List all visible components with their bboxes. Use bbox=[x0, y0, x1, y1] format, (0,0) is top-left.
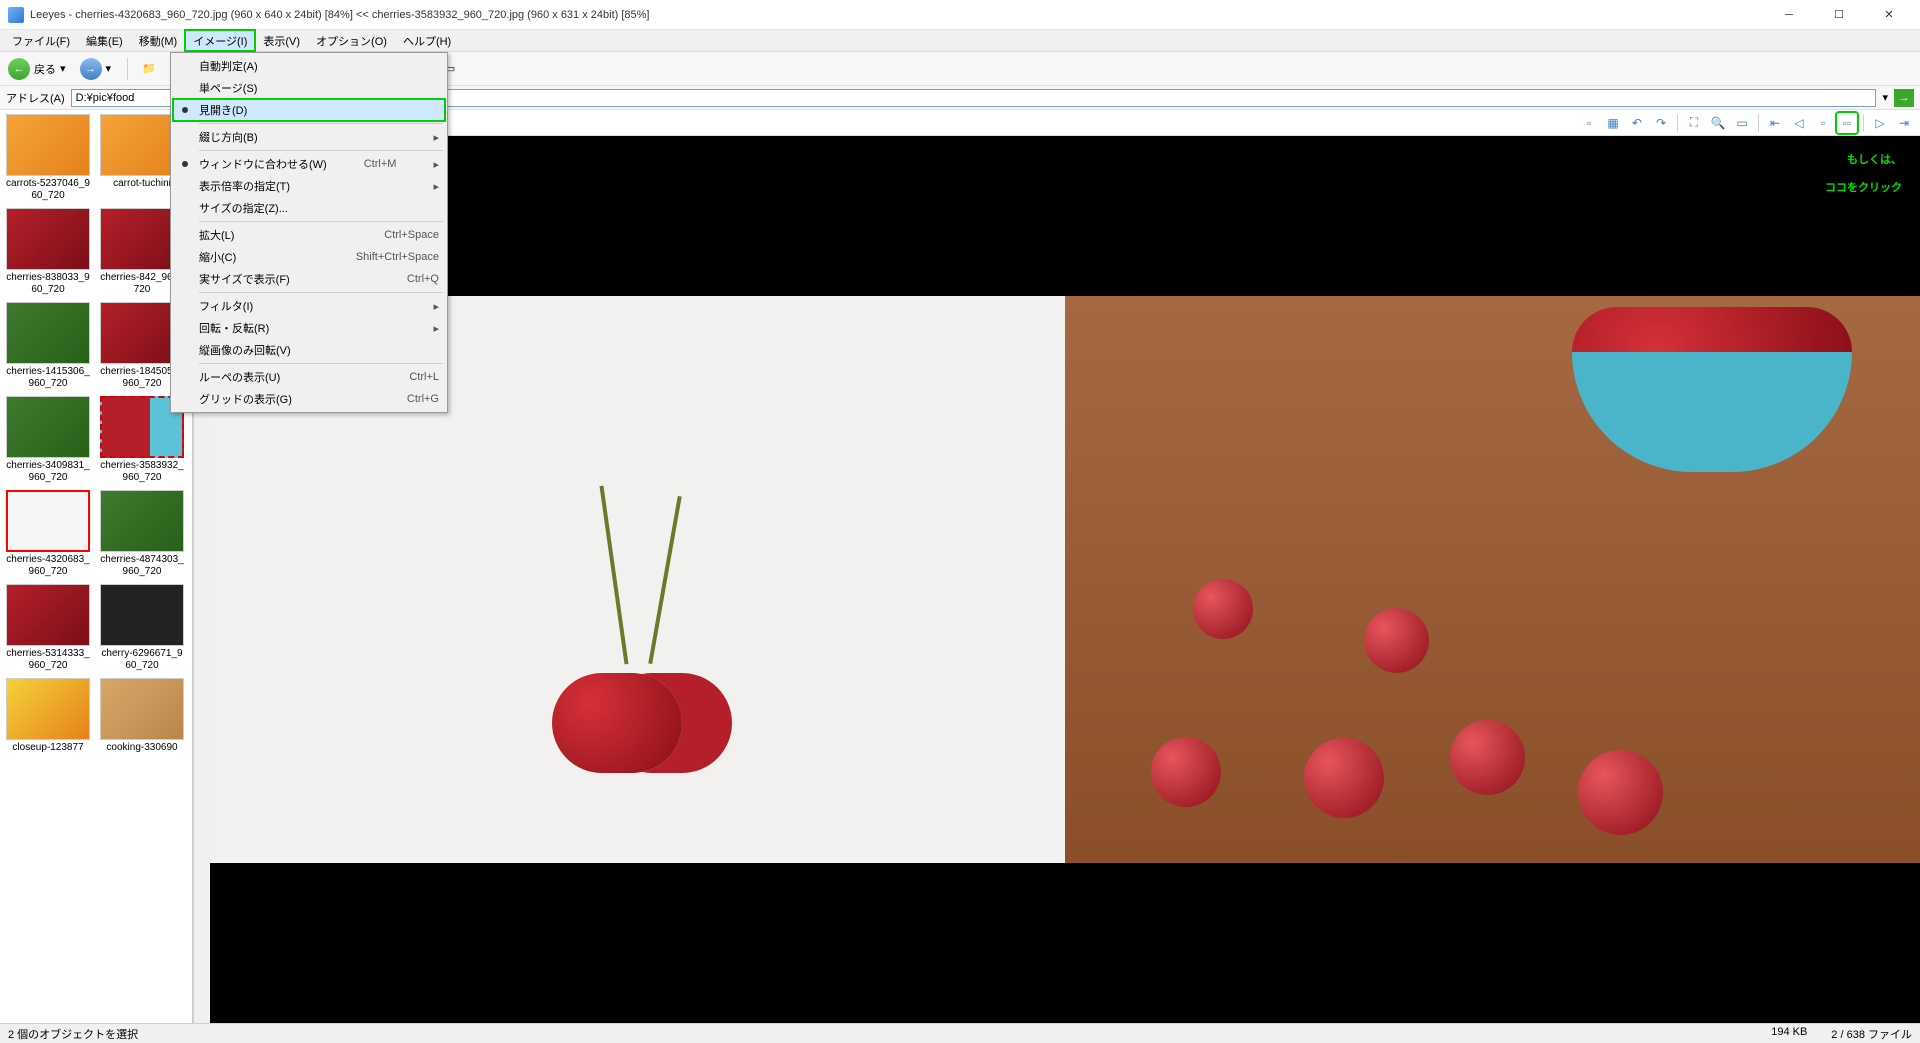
viewer-btn-first[interactable]: ⇤ bbox=[1765, 113, 1785, 133]
dropdown-item-1[interactable]: 単ページ(S) bbox=[173, 77, 445, 99]
image-right bbox=[1065, 296, 1920, 864]
viewer-btn-rotate-left[interactable]: ↶ bbox=[1627, 113, 1647, 133]
viewer-btn-last[interactable]: ⇥ bbox=[1894, 113, 1914, 133]
dropdown-item-10[interactable]: 拡大(L)Ctrl+Space bbox=[173, 224, 445, 246]
menubar: ファイル(F)編集(E)移動(M)イメージ(I)表示(V)オプション(O)ヘルプ… bbox=[0, 30, 1920, 52]
menu-item-5[interactable]: オプション(O) bbox=[308, 30, 395, 51]
dropdown-item-4[interactable]: 綴じ方向(B)▸ bbox=[173, 126, 445, 148]
viewer-btn-grid[interactable]: ▦ bbox=[1603, 113, 1623, 133]
statusbar: 2 個のオブジェクトを選択 194 KB 2 / 638 ファイル bbox=[0, 1023, 1920, 1043]
status-left: 2 個のオブジェクトを選択 bbox=[8, 1026, 138, 1042]
menu-item-1[interactable]: 編集(E) bbox=[78, 30, 131, 51]
viewer-btn-fit[interactable]: ⛶ bbox=[1684, 113, 1704, 133]
back-arrow-icon: ← bbox=[8, 58, 30, 80]
annotation-right: もしくは、 ココをクリック bbox=[1825, 146, 1902, 202]
dropdown-item-0[interactable]: 自動判定(A) bbox=[173, 55, 445, 77]
thumbnail[interactable]: carrots-5237046_960_720 bbox=[4, 114, 92, 202]
up-folder-button[interactable]: 📁 bbox=[136, 56, 162, 82]
dropdown-item-2[interactable]: 見開き(D) bbox=[173, 99, 445, 121]
viewer-btn-actual[interactable]: ▭ bbox=[1732, 113, 1752, 133]
menu-item-6[interactable]: ヘルプ(H) bbox=[395, 30, 459, 51]
status-size: 194 KB bbox=[1771, 1026, 1807, 1042]
thumbnail[interactable]: cherries-838033_960_720 bbox=[4, 208, 92, 296]
maximize-button[interactable]: ☐ bbox=[1816, 0, 1862, 30]
dropdown-item-19[interactable]: グリッドの表示(G)Ctrl+G bbox=[173, 388, 445, 410]
folder-up-icon: 📁 bbox=[142, 62, 156, 75]
titlebar: Leeyes - cherries-4320683_960_720.jpg (9… bbox=[0, 0, 1920, 30]
address-go-button[interactable]: → bbox=[1894, 89, 1914, 107]
viewer-btn-prev[interactable]: ◁ bbox=[1789, 113, 1809, 133]
minimize-button[interactable]: ─ bbox=[1766, 0, 1812, 30]
thumbnail[interactable]: closeup-123877 bbox=[4, 678, 92, 754]
menu-item-0[interactable]: ファイル(F) bbox=[4, 30, 78, 51]
dropdown-item-18[interactable]: ルーペの表示(U)Ctrl+L bbox=[173, 366, 445, 388]
viewer-toolbar: ▶ ⏹ ▫ ▦ ↶ ↷ ⛶ 🔍 ▭ ⇤ ◁ ▫ ▫▫ ▷ ⇥ bbox=[210, 110, 1920, 136]
image-menu-dropdown: 自動判定(A)単ページ(S)見開き(D) 綴じ方向(B)▸ ウィンドウに合わせる(W… bbox=[170, 52, 448, 413]
window-title: Leeyes - cherries-4320683_960_720.jpg (9… bbox=[30, 9, 1766, 21]
viewer-btn-rotate-right[interactable]: ↷ bbox=[1651, 113, 1671, 133]
thumbnail-panel[interactable]: carrots-5237046_960_720carrot-tuchiniche… bbox=[0, 110, 193, 1023]
thumbnail[interactable]: cherries-4874303_960_720 bbox=[98, 490, 186, 578]
dropdown-item-12[interactable]: 実サイズで表示(F)Ctrl+Q bbox=[173, 268, 445, 290]
dropdown-item-7[interactable]: 表示倍率の指定(T)▸ bbox=[173, 175, 445, 197]
dropdown-item-14[interactable]: フィルタ(I)▸ bbox=[173, 295, 445, 317]
status-count: 2 / 638 ファイル bbox=[1831, 1026, 1912, 1042]
dropdown-item-15[interactable]: 回転・反転(R)▸ bbox=[173, 317, 445, 339]
viewer-btn-zoom[interactable]: 🔍 bbox=[1708, 113, 1728, 133]
dropdown-item-11[interactable]: 縮小(C)Shift+Ctrl+Space bbox=[173, 246, 445, 268]
thumbnail[interactable]: cooking-330690 bbox=[98, 678, 186, 754]
dropdown-item-6[interactable]: ウィンドウに合わせる(W)Ctrl+M▸ bbox=[173, 153, 445, 175]
menu-item-3[interactable]: イメージ(I) bbox=[185, 30, 255, 51]
viewer-btn-spread[interactable]: ▫▫ bbox=[1837, 113, 1857, 133]
menu-item-2[interactable]: 移動(M) bbox=[131, 30, 186, 51]
address-label: アドレス(A) bbox=[6, 90, 65, 106]
close-button[interactable]: ✕ bbox=[1866, 0, 1912, 30]
back-button[interactable]: ← 戻る ▾ bbox=[6, 56, 74, 82]
address-dropdown-icon[interactable]: ▾ bbox=[1882, 91, 1888, 104]
image-canvas[interactable]: １．イメージ ２．見開き もしくは、 ココをクリック bbox=[210, 136, 1920, 1023]
viewer-btn-page[interactable]: ▫ bbox=[1579, 113, 1599, 133]
viewer-btn-next[interactable]: ▷ bbox=[1870, 113, 1890, 133]
thumbnail[interactable]: cherries-1415306_960_720 bbox=[4, 302, 92, 390]
dropdown-item-8[interactable]: サイズの指定(Z)... bbox=[173, 197, 445, 219]
thumbnail[interactable]: cherries-5314333_960_720 bbox=[4, 584, 92, 672]
forward-arrow-icon: → bbox=[80, 58, 102, 80]
viewer-btn-single[interactable]: ▫ bbox=[1813, 113, 1833, 133]
thumbnail[interactable]: cherries-4320683_960_720 bbox=[4, 490, 92, 578]
dropdown-item-16[interactable]: 縦画像のみ回転(V) bbox=[173, 339, 445, 361]
thumbnail[interactable]: cherry-6296671_960_720 bbox=[98, 584, 186, 672]
forward-button[interactable]: → ▾ bbox=[78, 56, 120, 82]
thumbnail[interactable]: cherries-3409831_960_720 bbox=[4, 396, 92, 484]
app-icon bbox=[8, 7, 24, 23]
image-viewer: ▶ ⏹ ▫ ▦ ↶ ↷ ⛶ 🔍 ▭ ⇤ ◁ ▫ ▫▫ ▷ ⇥ １．イメージ ２．… bbox=[210, 110, 1920, 1023]
menu-item-4[interactable]: 表示(V) bbox=[255, 30, 308, 51]
